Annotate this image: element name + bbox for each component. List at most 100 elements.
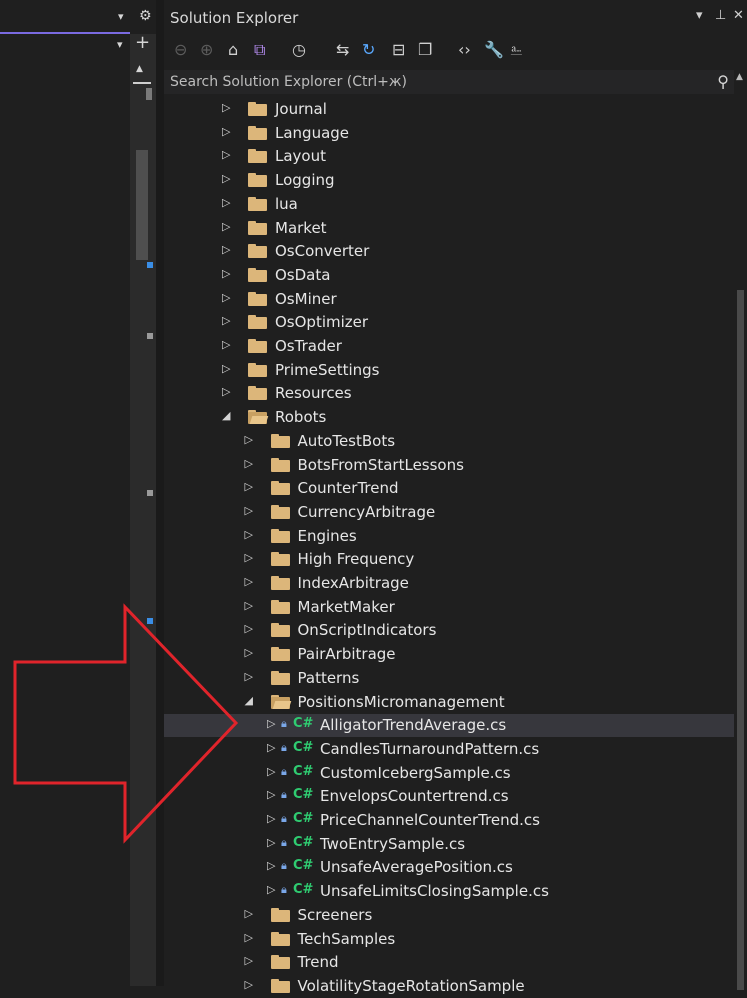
history-icon[interactable]: ◷ [292, 40, 306, 60]
expand-chevron-icon[interactable]: ▷ [245, 978, 255, 992]
tree-file-item[interactable]: ▷ 🔒︎ C# EnvelopsCountertrend.cs [164, 785, 734, 808]
tree-folder-item[interactable]: ▷ Resources [164, 382, 734, 405]
expand-chevron-icon[interactable]: ▷ [245, 907, 255, 921]
expand-chevron-icon[interactable]: ▷ [245, 504, 255, 518]
window-options-icon[interactable]: ▾ [696, 8, 703, 23]
tree-folder-item[interactable]: ▷ VolatilityStageRotationSample [164, 975, 734, 998]
tree-folder-item[interactable]: ▷ PairArbitrage [164, 643, 734, 666]
expand-chevron-icon[interactable]: ▷ [245, 954, 255, 968]
tree-folder-item[interactable]: ▷ CurrencyArbitrage [164, 501, 734, 524]
search-icon[interactable]: ⚲ [717, 72, 729, 91]
scroll-up-icon[interactable]: ▲ [136, 64, 143, 74]
expand-chevron-icon[interactable]: ▷ [222, 125, 232, 139]
view-code-icon[interactable]: ‹› [458, 40, 471, 60]
tree-scroll-thumb[interactable] [737, 290, 744, 990]
expand-chevron-icon[interactable]: ▷ [245, 457, 255, 471]
expand-chevron-icon[interactable]: ▷ [267, 836, 277, 850]
tree-folder-item[interactable]: ◢ Robots [164, 406, 734, 429]
expand-chevron-icon[interactable]: ▷ [222, 362, 232, 376]
expand-chevron-icon[interactable]: ▷ [245, 931, 255, 945]
tree-folder-item[interactable]: ▷ Trend [164, 951, 734, 974]
tree-folder-item[interactable]: ▷ IndexArbitrage [164, 572, 734, 595]
expand-chevron-icon[interactable]: ▷ [245, 480, 255, 494]
expand-chevron-icon[interactable]: ▷ [245, 575, 255, 589]
expand-chevron-icon[interactable]: ▷ [267, 859, 277, 873]
tree-file-item[interactable]: ▷ 🔒︎ C# UnsafeAveragePosition.cs [164, 856, 734, 879]
expand-chevron-icon[interactable]: ▷ [267, 788, 277, 802]
collapse-all-icon[interactable]: ⊟ [392, 40, 405, 60]
expand-chevron-icon[interactable]: ▷ [222, 314, 232, 328]
expand-chevron-icon[interactable]: ▷ [222, 338, 232, 352]
tree-folder-item[interactable]: ▷ OsConverter [164, 240, 734, 263]
expand-chevron-icon[interactable]: ▷ [222, 385, 232, 399]
member-dropdown[interactable]: ▾ [0, 32, 130, 56]
tree-folder-item[interactable]: ◢ PositionsMicromanagement [164, 691, 734, 714]
expand-chevron-icon[interactable]: ▷ [222, 196, 232, 210]
tree-folder-item[interactable]: ▷ Screeners [164, 904, 734, 927]
tree-file-item[interactable]: ▷ 🔒︎ C# CandlesTurnaroundPattern.cs [164, 738, 734, 761]
expand-chevron-icon[interactable]: ▷ [267, 883, 277, 897]
tree-folder-item[interactable]: ▷ Logging [164, 169, 734, 192]
expand-chevron-icon[interactable]: ▷ [267, 812, 277, 826]
tree-folder-item[interactable]: ▷ PrimeSettings [164, 359, 734, 382]
expand-chevron-icon[interactable]: ▷ [222, 267, 232, 281]
close-icon[interactable]: ✕ [733, 8, 744, 23]
gear-icon[interactable]: ⚙ [139, 8, 152, 24]
scroll-up-icon[interactable]: ▲ [736, 72, 743, 82]
tree-file-item[interactable]: ▷ 🔒︎ C# CustomIcebergSample.cs [164, 762, 734, 785]
search-input[interactable]: Search Solution Explorer (Ctrl+ж) [170, 74, 407, 90]
editor-scroll-thumb[interactable] [136, 150, 148, 260]
tree-scrollbar[interactable]: ▲ [734, 70, 747, 990]
pane-splitter[interactable] [156, 0, 164, 986]
tree-folder-item[interactable]: ▷ OsData [164, 264, 734, 287]
expand-chevron-icon[interactable]: ▷ [222, 220, 232, 234]
refresh-icon[interactable]: ↻ [362, 40, 375, 60]
expand-chevron-icon[interactable]: ▷ [245, 528, 255, 542]
expand-chevron-icon[interactable]: ▷ [245, 622, 255, 636]
tree-folder-item[interactable]: ▷ OsOptimizer [164, 311, 734, 334]
search-box[interactable]: Search Solution Explorer (Ctrl+ж) ⚲ ▾ [164, 70, 747, 94]
tree-folder-item[interactable]: ▷ High Frequency [164, 548, 734, 571]
tree-file-item[interactable]: ▷ 🔒︎ C# TwoEntrySample.cs [164, 833, 734, 856]
expand-chevron-icon[interactable]: ▷ [245, 599, 255, 613]
tree-folder-item[interactable]: ▷ OsMiner [164, 288, 734, 311]
expand-chevron-icon[interactable]: ▷ [222, 148, 232, 162]
properties-icon[interactable]: 🔧 [484, 40, 504, 60]
preview-icon[interactable]: ⎁ [510, 40, 523, 60]
tree-folder-item[interactable]: ▷ CounterTrend [164, 477, 734, 500]
tree-folder-item[interactable]: ▷ Journal [164, 98, 734, 121]
sync-icon[interactable]: ⇆ [336, 40, 349, 60]
show-all-files-icon[interactable]: ❐ [418, 40, 432, 60]
tree-folder-item[interactable]: ▷ Patterns [164, 667, 734, 690]
split-editor-icon[interactable]: + [135, 32, 150, 53]
tree-folder-item[interactable]: ▷ BotsFromStartLessons [164, 454, 734, 477]
expand-chevron-icon[interactable]: ▷ [245, 433, 255, 447]
expand-chevron-icon[interactable]: ▷ [267, 765, 277, 779]
expand-chevron-icon[interactable]: ▷ [222, 243, 232, 257]
tree-folder-item[interactable]: ▷ Language [164, 122, 734, 145]
tree-file-item[interactable]: ▷ 🔒︎ C# AlligatorTrendAverage.cs [164, 714, 734, 738]
tree-file-item[interactable]: ▷ 🔒︎ C# PriceChannelCounterTrend.cs [164, 809, 734, 832]
expand-chevron-icon[interactable]: ▷ [267, 741, 277, 755]
collapse-chevron-icon[interactable]: ◢ [222, 409, 232, 423]
tree-file-item[interactable]: ▷ 🔒︎ C# UnsafeLimitsClosingSample.cs [164, 880, 734, 903]
expand-chevron-icon[interactable]: ▷ [245, 646, 255, 660]
expand-chevron-icon[interactable]: ▷ [222, 101, 232, 115]
tree-folder-item[interactable]: ▷ Engines [164, 525, 734, 548]
expand-chevron-icon[interactable]: ▷ [267, 717, 277, 731]
tree-folder-item[interactable]: ▷ OnScriptIndicators [164, 619, 734, 642]
switch-views-icon[interactable]: ⧉ [254, 40, 265, 60]
tree-folder-item[interactable]: ▷ AutoTestBots [164, 430, 734, 453]
tree-folder-item[interactable]: ▷ TechSamples [164, 928, 734, 951]
expand-chevron-icon[interactable]: ▷ [245, 551, 255, 565]
tree-folder-item[interactable]: ▷ MarketMaker [164, 596, 734, 619]
expand-chevron-icon[interactable]: ▷ [245, 670, 255, 684]
expand-chevron-icon[interactable]: ▷ [222, 172, 232, 186]
editor-dropdown-chevron-icon[interactable]: ▾ [118, 10, 124, 23]
back-icon[interactable]: ⊖ [174, 40, 187, 60]
tree-folder-item[interactable]: ▷ Market [164, 217, 734, 240]
tree-folder-item[interactable]: ▷ OsTrader [164, 335, 734, 358]
forward-icon[interactable]: ⊕ [200, 40, 213, 60]
collapse-chevron-icon[interactable]: ◢ [245, 694, 255, 708]
home-icon[interactable]: ⌂ [228, 40, 238, 60]
